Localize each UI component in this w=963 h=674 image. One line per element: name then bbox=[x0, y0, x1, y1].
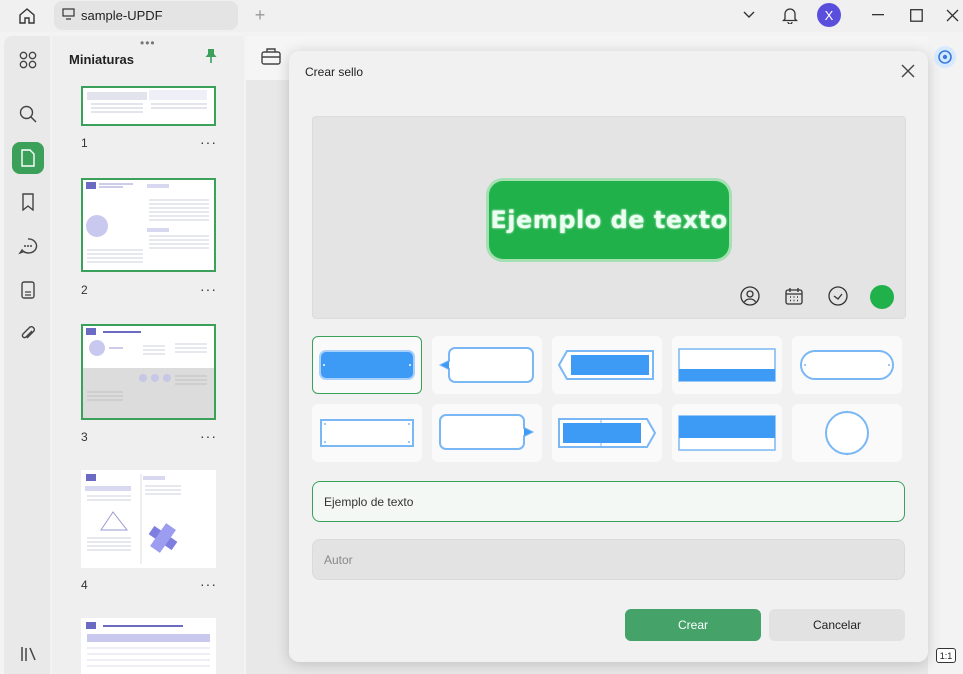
page-thumbnail-3[interactable] bbox=[81, 324, 216, 420]
bookmark-icon[interactable] bbox=[12, 186, 44, 218]
left-tool-rail bbox=[4, 36, 50, 674]
paperclip-icon[interactable] bbox=[12, 318, 44, 350]
stamp-style-1[interactable] bbox=[312, 336, 422, 394]
stamp-color-picker[interactable] bbox=[870, 285, 894, 309]
title-bar: sample-UPDF + X bbox=[0, 0, 963, 32]
dialog-title: Crear sello bbox=[305, 65, 364, 79]
page-thumbnail-1[interactable] bbox=[81, 86, 216, 126]
minimize-button[interactable] bbox=[866, 0, 890, 30]
page-more-button[interactable]: ··· bbox=[200, 281, 217, 297]
document-tab-title: sample-UPDF bbox=[81, 8, 163, 23]
stamp-style-6[interactable] bbox=[312, 404, 422, 462]
stamp-style-5[interactable] bbox=[792, 336, 902, 394]
create-button[interactable]: Crear bbox=[625, 609, 761, 641]
page-thumbnail-4[interactable] bbox=[81, 470, 216, 568]
stamp-style-7[interactable] bbox=[432, 404, 542, 462]
home-icon[interactable] bbox=[14, 4, 40, 28]
document-tab-icon bbox=[62, 8, 75, 23]
create-stamp-dialog: Crear sello Ejemplo de texto Ejemplo de … bbox=[289, 51, 928, 662]
stamp-style-9[interactable] bbox=[672, 404, 782, 462]
page-number: 2 bbox=[81, 283, 88, 297]
author-toggle-icon[interactable] bbox=[739, 285, 761, 307]
stamp-style-grid bbox=[312, 336, 906, 462]
panel-title: Miniaturas bbox=[69, 52, 135, 67]
bell-icon[interactable] bbox=[778, 0, 802, 30]
pin-icon[interactable] bbox=[204, 48, 218, 67]
stamp-preview-text: Ejemplo de texto bbox=[490, 206, 728, 234]
toolbox-icon[interactable] bbox=[260, 46, 282, 69]
stamp-preview-shape: Ejemplo de texto bbox=[489, 181, 729, 259]
right-rail bbox=[928, 36, 963, 674]
page-thumbnail-5[interactable] bbox=[81, 618, 216, 674]
thumbnails-panel: ••• Miniaturas 1 ··· 2 ··· 3 ··· 4 ··· bbox=[52, 36, 244, 674]
stamp-style-10[interactable] bbox=[792, 404, 902, 462]
clock-icon[interactable] bbox=[827, 285, 849, 307]
document-tab[interactable]: sample-UPDF bbox=[54, 1, 238, 30]
stamp-style-3[interactable] bbox=[552, 336, 662, 394]
page-more-button[interactable]: ··· bbox=[200, 134, 217, 150]
comment-icon[interactable] bbox=[12, 230, 44, 262]
cancel-button[interactable]: Cancelar bbox=[769, 609, 905, 641]
page-more-button[interactable]: ··· bbox=[200, 428, 217, 444]
stamp-style-4[interactable] bbox=[672, 336, 782, 394]
author-input[interactable]: Autor bbox=[312, 539, 905, 580]
page-number: 1 bbox=[81, 136, 88, 150]
page-number: 3 bbox=[81, 430, 88, 444]
stamp-style-8[interactable] bbox=[552, 404, 662, 462]
thumbnails-icon[interactable] bbox=[12, 142, 44, 174]
close-window-button[interactable] bbox=[940, 0, 963, 30]
new-tab-button[interactable]: + bbox=[250, 4, 270, 26]
close-icon[interactable] bbox=[899, 62, 917, 80]
attachment-document-icon[interactable] bbox=[12, 274, 44, 306]
chevron-down-icon[interactable] bbox=[738, 0, 760, 30]
ai-assistant-icon[interactable] bbox=[934, 46, 956, 68]
search-icon[interactable] bbox=[12, 98, 44, 130]
page-number: 4 bbox=[81, 578, 88, 592]
actual-size-button[interactable]: 1:1 bbox=[936, 648, 956, 663]
stamp-style-2[interactable] bbox=[432, 336, 542, 394]
calendar-icon[interactable] bbox=[783, 285, 805, 307]
stamp-preview: Ejemplo de texto bbox=[312, 116, 906, 319]
page-thumbnail-2[interactable] bbox=[81, 178, 216, 272]
maximize-button[interactable] bbox=[904, 0, 928, 30]
panel-resize-handle[interactable]: ••• bbox=[140, 36, 156, 50]
stamp-text-input[interactable]: Ejemplo de texto bbox=[312, 481, 905, 522]
apps-icon[interactable] bbox=[12, 44, 44, 76]
user-avatar[interactable]: X bbox=[817, 3, 841, 27]
page-more-button[interactable]: ··· bbox=[200, 576, 217, 592]
layers-icon[interactable] bbox=[12, 638, 44, 670]
